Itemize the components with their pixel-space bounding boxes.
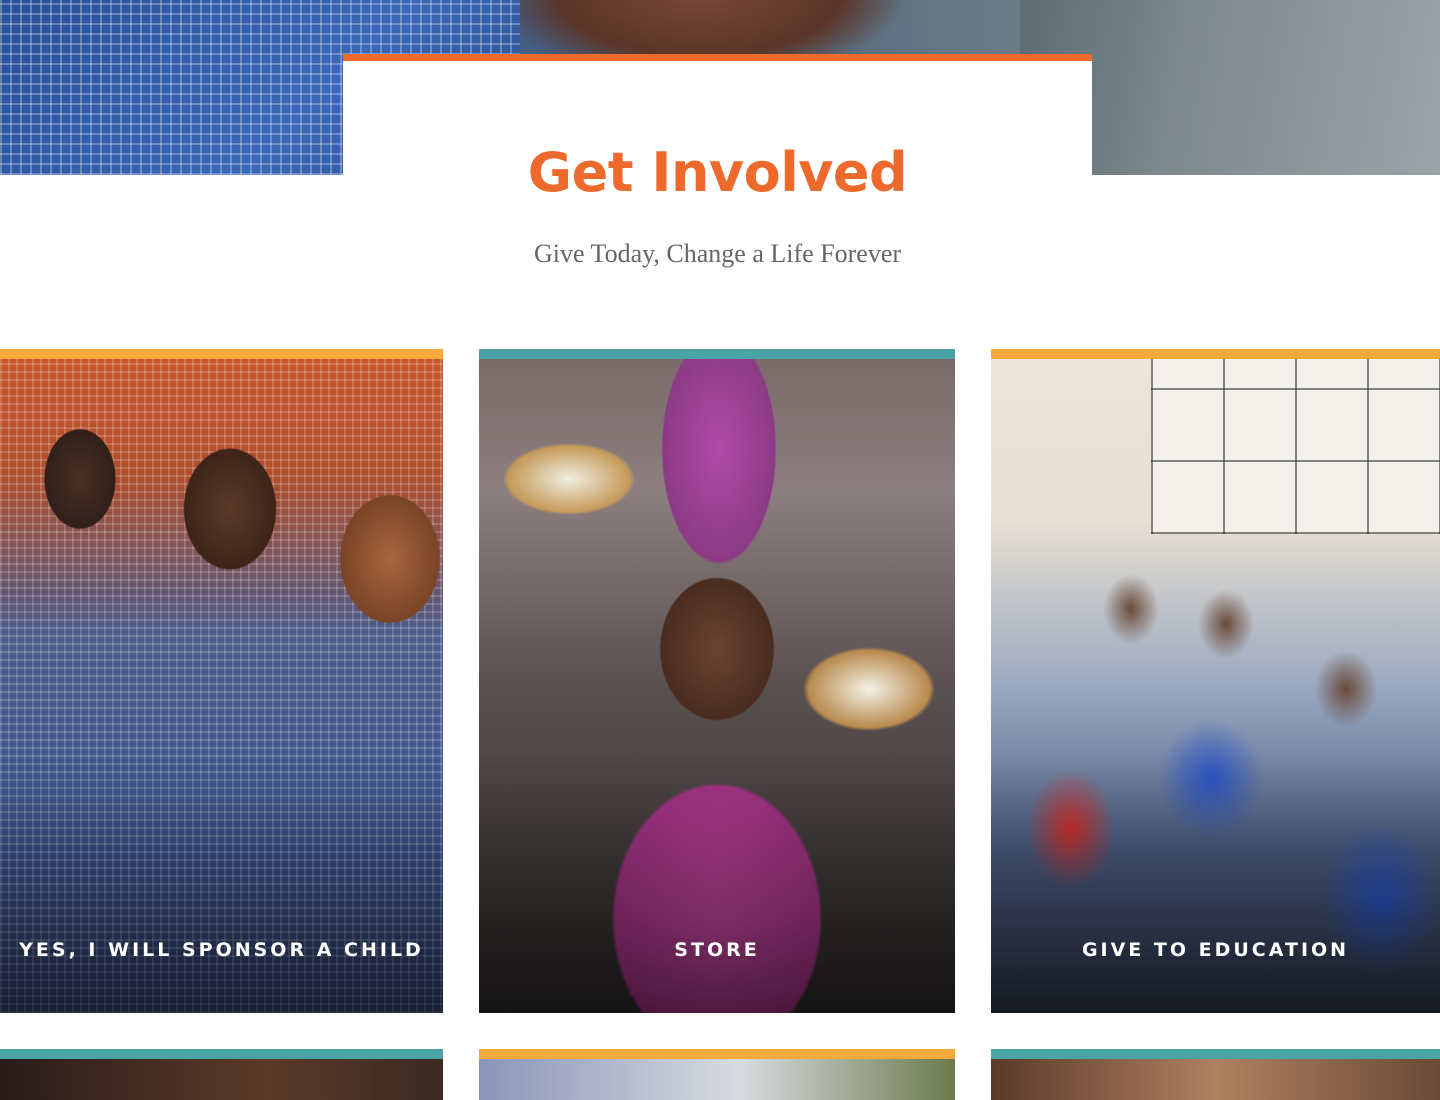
next-row-card-2[interactable] [479, 1049, 955, 1100]
store-label: STORE [674, 939, 760, 961]
section-title: Get Involved [527, 141, 908, 204]
next-row-card-3[interactable] [991, 1049, 1440, 1100]
store-card[interactable]: STORE [479, 349, 955, 1013]
give-to-education-card[interactable]: GIVE TO EDUCATION [991, 349, 1440, 1013]
sponsor-child-card[interactable]: YES, I WILL SPONSOR A CHILD [0, 349, 443, 1013]
get-involved-header: Get Involved Give Today, Change a Life F… [343, 54, 1092, 284]
alphabet-chart-art [1151, 359, 1440, 534]
sponsor-child-label: YES, I WILL SPONSOR A CHILD [19, 939, 424, 961]
next-row-card-1[interactable] [0, 1049, 443, 1100]
give-to-education-label: GIVE TO EDUCATION [1081, 939, 1350, 961]
section-subtitle: Give Today, Change a Life Forever [533, 239, 902, 268]
